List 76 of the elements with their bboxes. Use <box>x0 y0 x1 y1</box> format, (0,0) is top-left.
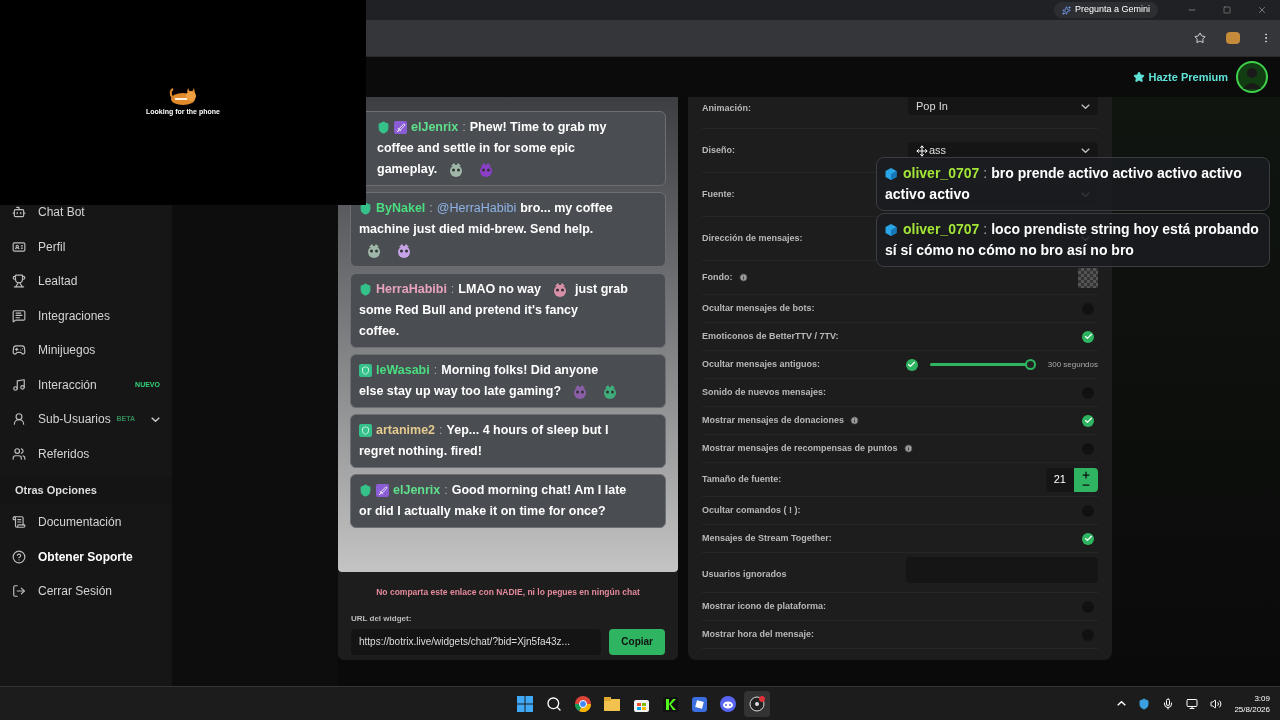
number-field[interactable]: 21 <box>1045 467 1074 492</box>
message-text: gameplay. <box>377 161 438 178</box>
message-text: or did I actually make it on time for once? <box>359 503 606 520</box>
separator: : <box>429 200 433 217</box>
url-field[interactable]: https://botrix.live/widgets/chat/?bid=Xjn5fa43z... <box>351 628 602 655</box>
message-text: activo activo <box>885 185 970 204</box>
setting-label: Ocultar mensajes de bots: <box>702 301 815 315</box>
sidebar-item[interactable]: Lealtad <box>12 275 78 288</box>
setting-label: Dirección de mensajes: <box>702 231 803 245</box>
message-text: some Red Bull and pretend it's fancy <box>359 302 578 319</box>
message-text: LMAO no way <box>458 281 541 298</box>
slider-reading: 300 segundos <box>1047 358 1098 371</box>
setting-label: Diseño: <box>702 143 735 157</box>
message-text: Morning folks! Did anyone <box>441 362 599 379</box>
setting-label: Fondo: <box>702 270 733 284</box>
separator: : <box>462 119 466 136</box>
sidebar-item[interactable]: Referidos <box>12 447 90 460</box>
message-text: bro prende activo activo activo activo <box>991 164 1242 183</box>
setting-label: Mostrar hora del mensaje: <box>702 627 815 641</box>
separator: : <box>444 482 448 499</box>
message-text: Yep... 4 hours of sleep but I <box>446 422 609 439</box>
setting-label: Ocultar mensajes antiguos: <box>702 357 821 371</box>
separator: : <box>433 362 438 379</box>
message-text: coffee. <box>359 323 400 340</box>
separator: : <box>983 220 988 239</box>
setting-label: Tamaño de fuente: <box>702 472 782 486</box>
premium-link[interactable]: Hazte Premium <box>1132 68 1228 86</box>
setting-label: Animación: <box>702 102 751 115</box>
username: elJenrix <box>393 482 441 499</box>
setting-label: Fuente: <box>702 187 735 201</box>
separator: : <box>450 281 455 298</box>
username: HerraHabibi <box>376 281 447 298</box>
sidebar-item[interactable]: Cerrar Sesión <box>12 585 113 598</box>
message-text: regret nothing. fired! <box>359 443 482 460</box>
select-field[interactable]: Pop In <box>908 97 1098 115</box>
message-text: Good morning chat! Am I late <box>451 482 627 499</box>
username: artanime2 <box>376 422 436 439</box>
separator: : <box>983 164 988 183</box>
field-label: URL del widget: <box>351 612 413 625</box>
message-text: else stay up way too late gaming? <box>359 383 562 400</box>
username: oliver_0707 <box>903 164 980 183</box>
sidebar-item[interactable]: Interacción <box>12 378 97 391</box>
username: ByNakel <box>376 200 426 217</box>
message-text: just grab <box>575 281 628 298</box>
mention: @HerraHabibi <box>436 200 517 217</box>
setting-label: Usuarios ignorados <box>702 567 787 581</box>
username: leWasabi <box>376 362 430 379</box>
separator: : <box>439 422 443 439</box>
message-text: Phew! Time to grab my <box>469 119 607 136</box>
setting-label: Mostrar mensajes de recompensas de puntos <box>702 441 898 455</box>
setting-label: Sonido de nuevos mensajes: <box>702 385 827 399</box>
username: oliver_0707 <box>903 220 980 239</box>
select-value: Pop In <box>916 98 948 114</box>
select-value: ass <box>929 143 947 159</box>
sidebar-item[interactable]: Sub-Usuarios <box>12 413 111 426</box>
warning-text: No comparta este enlace con NADIE, ni lo pegues en ningún chat <box>375 586 641 599</box>
message-text: sí sí cómo no cómo no bro así no bro <box>885 241 1134 260</box>
setting-label: Ocultar comandos ( ! ): <box>702 503 801 517</box>
setting-label: Emoticonos de BetterTTV / 7TV: <box>702 329 839 343</box>
sidebar-item[interactable]: Obtener Soporte <box>12 550 133 563</box>
sidebar-item[interactable]: Minijuegos <box>12 344 96 357</box>
message-text: machine just died mid-brew. Send help. <box>359 221 594 238</box>
sidebar-item[interactable]: Integraciones <box>12 309 111 322</box>
username: elJenrix <box>411 119 459 136</box>
message-text: coffee and settle in for some epic <box>377 140 575 157</box>
message-text: bro... my coffee <box>520 200 613 217</box>
setting-label: Mostrar icono de plataforma: <box>702 599 827 613</box>
clock[interactable]: 3:09 25/8/2026 <box>1234 692 1270 715</box>
message-text: loco prendiste string hoy está probando <box>991 220 1259 239</box>
sidebar-item[interactable]: Perfil <box>12 240 66 253</box>
sidebar-item[interactable]: Chat Bot <box>12 206 85 219</box>
setting-label: Mensajes de Stream Together: <box>702 531 832 545</box>
sidebar-item[interactable]: Documentación <box>12 516 122 529</box>
copy-button[interactable]: Copiar <box>609 628 665 655</box>
gemini-button[interactable]: Pregunta a Gemini <box>1053 2 1158 18</box>
setting-label: Mostrar mensajes de donaciones <box>702 413 845 427</box>
